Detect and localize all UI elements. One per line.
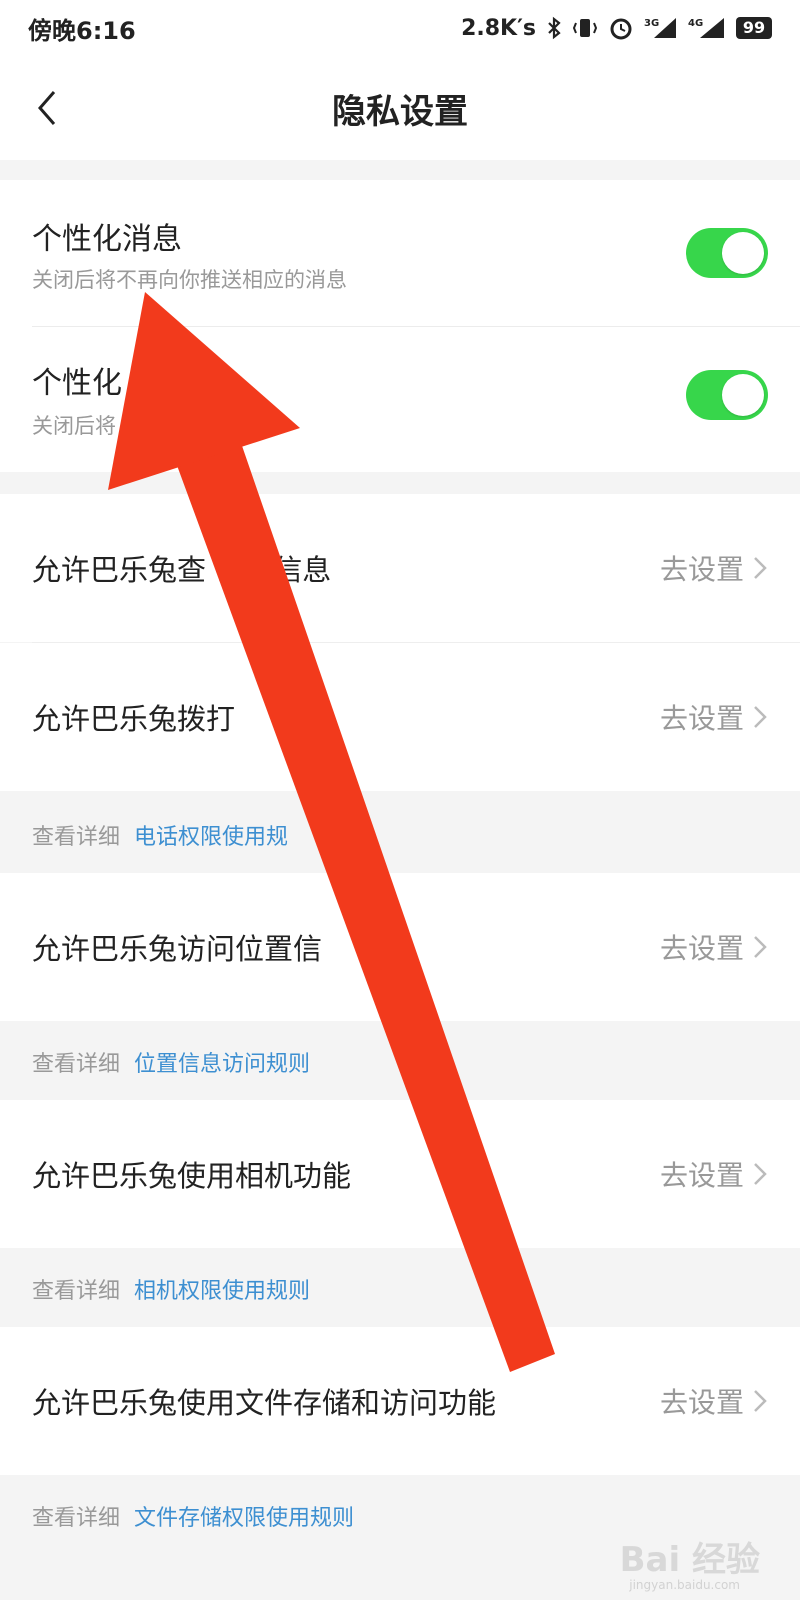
permission-row-device-info[interactable]: 允许巴乐兔查 设备信息 去设置 (0, 494, 800, 642)
signal-3g-icon: 3G (644, 16, 678, 40)
page-title: 隐私设置 (332, 92, 468, 132)
permission-label: 允许巴乐兔访问位置信 (32, 932, 323, 966)
watermark-logo: Bai 经验 (619, 1540, 760, 1580)
vibrate-icon (572, 16, 598, 40)
permission-label: 允许巴乐兔拨打 (32, 702, 236, 736)
bluetooth-icon (546, 16, 562, 40)
toggle-knob (722, 374, 764, 416)
toggle-subtitle: 关闭后将 性化推荐内容 (32, 414, 249, 438)
camera-rules-link[interactable]: 相机权限使用规则 (134, 1273, 310, 1305)
alarm-icon (608, 15, 634, 41)
personalization-section: 个性化消息 关闭后将不再向你推送相应的消息 个性化 关闭后将 性化推荐内容 (0, 180, 800, 472)
permission-label: 允许巴乐兔查 设备信息 (32, 553, 332, 587)
detail-row-location: 查看详细 位置信息访问规则 (0, 1024, 800, 1100)
phone-rules-link[interactable]: 电话权限使用规 (134, 819, 288, 851)
detail-prefix: 查看详细 (32, 1279, 121, 1304)
permission-row-phone[interactable]: 允许巴乐兔拨打 去设置 (0, 643, 800, 791)
permission-label: 允许巴乐兔使用文件存储和访问功能 (32, 1386, 497, 1420)
go-settings-label: 去设置 (659, 1386, 744, 1419)
detail-row-phone: 查看详细 电话权限使用规 (0, 797, 800, 873)
toggle-subtitle: 关闭后将不再向你推送相应的消息 (32, 268, 347, 292)
detail-prefix: 查看详细 (32, 1052, 121, 1077)
status-icons: 2.8K′s 3G 4G 99 (461, 15, 772, 41)
go-settings-label: 去设置 (659, 932, 744, 965)
battery-icon: 99 (736, 17, 772, 39)
status-time: 傍晚6:16 (28, 16, 136, 45)
toggle-knob (722, 232, 764, 274)
permission-row-camera[interactable]: 允许巴乐兔使用相机功能 去设置 (0, 1100, 800, 1248)
personalized-recommend-toggle[interactable] (686, 370, 768, 420)
permission-row-storage[interactable]: 允许巴乐兔使用文件存储和访问功能 去设置 (0, 1327, 800, 1475)
go-settings-label: 去设置 (659, 1159, 744, 1192)
go-settings-label: 去设置 (659, 553, 744, 586)
toggle-row-personalized-recommend: 个性化 关闭后将 性化推荐内容 (0, 326, 800, 472)
chevron-right-icon (754, 706, 767, 728)
svg-text:4G: 4G (688, 18, 703, 29)
go-settings-label: 去设置 (659, 702, 744, 735)
chevron-right-icon (754, 936, 767, 958)
toggle-title: 个性化 (32, 366, 122, 401)
net-speed: 2.8K′s (461, 15, 536, 41)
go-settings-button[interactable]: 去设置 (660, 1154, 768, 1194)
status-bar: 傍晚6:16 2.8K′s 3G 4G 99 (0, 0, 800, 56)
go-settings-button[interactable]: 去设置 (660, 927, 768, 967)
chevron-right-icon (754, 557, 767, 579)
detail-prefix: 查看详细 (32, 825, 121, 850)
svg-text:3G: 3G (644, 18, 659, 29)
watermark-url: jingyan.baidu.com (629, 1578, 740, 1592)
personalized-message-toggle[interactable] (686, 228, 768, 278)
go-settings-button[interactable]: 去设置 (660, 548, 768, 588)
permission-row-location[interactable]: 允许巴乐兔访问位置信 去设置 (0, 873, 800, 1021)
detail-prefix: 查看详细 (32, 1506, 121, 1531)
chevron-right-icon (754, 1163, 767, 1185)
toggle-row-personalized-message: 个性化消息 关闭后将不再向你推送相应的消息 (0, 180, 800, 326)
storage-rules-link[interactable]: 文件存储权限使用规则 (134, 1500, 354, 1532)
permission-label: 允许巴乐兔使用相机功能 (32, 1159, 352, 1193)
nav-bar: 隐私设置 (0, 56, 800, 160)
go-settings-button[interactable]: 去设置 (660, 1381, 768, 1421)
chevron-right-icon (754, 1390, 767, 1412)
detail-row-camera: 查看详细 相机权限使用规则 (0, 1251, 800, 1327)
signal-4g-icon: 4G (688, 16, 726, 40)
toggle-title: 个性化消息 (32, 222, 182, 257)
go-settings-button[interactable]: 去设置 (660, 697, 768, 737)
location-rules-link[interactable]: 位置信息访问规则 (134, 1046, 310, 1078)
